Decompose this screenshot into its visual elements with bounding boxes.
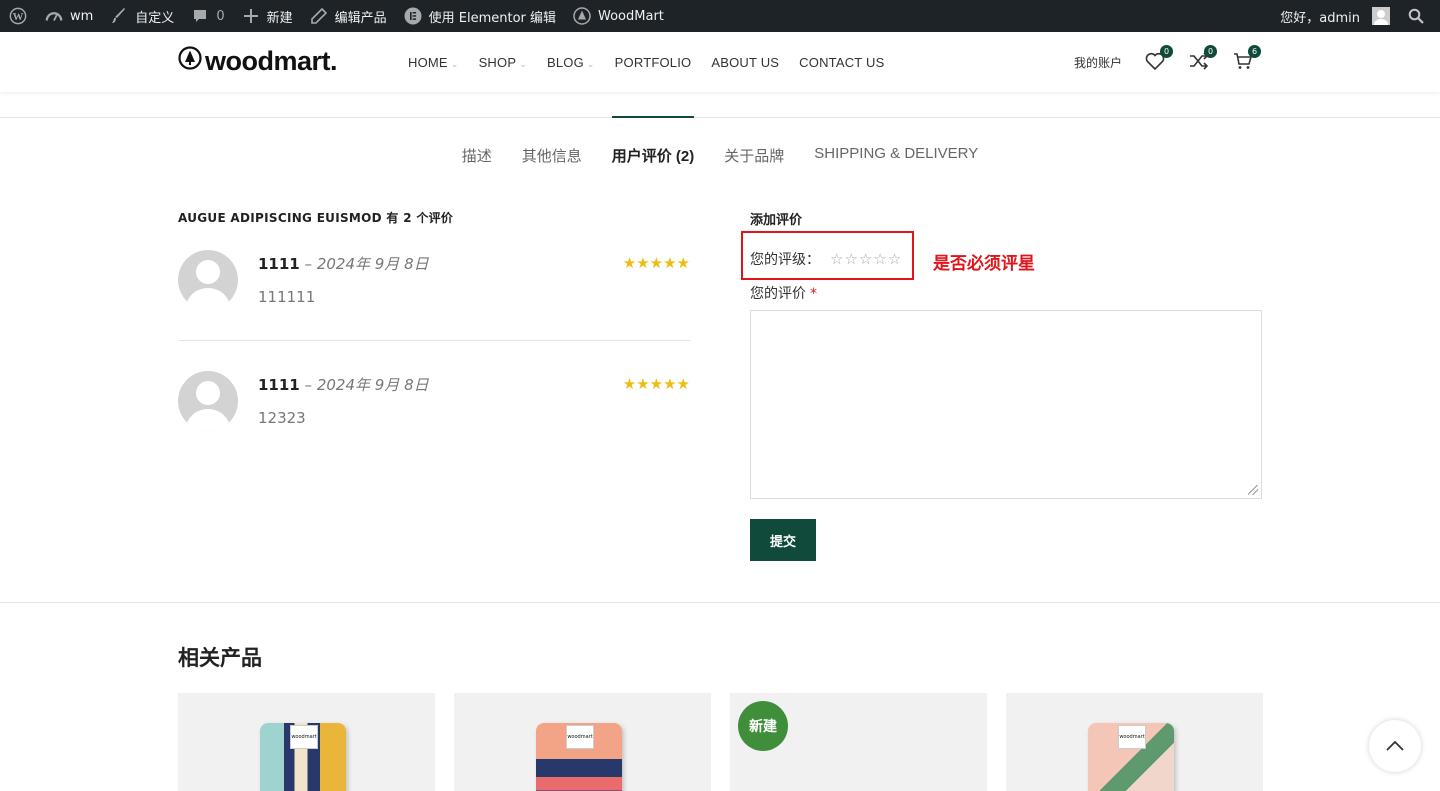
site-header: woodmart. HOME SHOP BLOG PORTFOLIO ABOUT…: [0, 32, 1440, 92]
review-item: 1111 – 2024年 9月 8日 111111 ★★★★★: [178, 250, 690, 340]
comment-icon: [190, 6, 210, 26]
edit-product-link[interactable]: 编辑产品: [301, 0, 395, 32]
reviewer-avatar: [178, 250, 238, 310]
new-label: 新建: [266, 10, 293, 26]
review-author: 1111: [258, 255, 300, 273]
wordpress-icon: W: [8, 6, 28, 26]
site-name-link[interactable]: wm: [36, 0, 101, 32]
tree-logo-icon: [178, 46, 202, 77]
tab-shipping-delivery[interactable]: SHIPPING & DELIVERY: [814, 117, 978, 166]
annotation-highlight-box: [741, 231, 914, 280]
compare-count-badge: 0: [1204, 45, 1218, 58]
new-badge: 新建: [738, 701, 788, 751]
admin-bar: W wm 自定义 0 新建 编辑产品 使用 Elementor 编辑 WoodM…: [0, 0, 1440, 32]
compare-button[interactable]: 0: [1188, 45, 1218, 73]
site-logo[interactable]: woodmart.: [178, 46, 338, 77]
search-icon: [1406, 6, 1426, 26]
admin-search-button[interactable]: [1398, 0, 1440, 32]
review-text: 12323: [258, 409, 306, 427]
scroll-to-top-button[interactable]: [1369, 720, 1421, 772]
review-text: 111111: [258, 288, 316, 306]
wishlist-button[interactable]: 0: [1144, 45, 1174, 73]
product-card[interactable]: woodmart: [454, 693, 711, 791]
product-image: woodmart: [260, 723, 346, 791]
customize-label: 自定义: [135, 10, 175, 26]
submit-review-button[interactable]: 提交: [750, 519, 816, 561]
cart-button[interactable]: 6: [1232, 45, 1262, 73]
my-account-link[interactable]: 我的账户: [1074, 54, 1122, 71]
brand-label: woodmart: [1118, 725, 1146, 749]
woodmart-icon: [572, 6, 592, 26]
account-greeting-link[interactable]: 您好，admin: [1272, 0, 1398, 32]
comments-count: 0: [216, 8, 225, 24]
review-date: 2024年 9月 8日: [316, 376, 429, 394]
nav-blog[interactable]: BLOG: [547, 55, 595, 70]
tab-reviews[interactable]: 用户评价 (2): [611, 116, 694, 166]
related-products-title: 相关产品: [178, 646, 262, 670]
dashboard-icon: [44, 6, 64, 26]
svg-text:W: W: [13, 11, 24, 23]
nav-contact-us[interactable]: CONTACT US: [799, 55, 884, 70]
review-meta: 1111 – 2024年 9月 8日: [258, 253, 429, 274]
product-card[interactable]: woodmart: [1006, 693, 1263, 791]
elementor-edit-link[interactable]: 使用 Elementor 编辑: [395, 0, 564, 32]
product-card[interactable]: woodmart: [178, 693, 435, 791]
elementor-label: 使用 Elementor 编辑: [428, 10, 557, 26]
nav-about-us[interactable]: ABOUT US: [711, 55, 779, 70]
elementor-icon: [403, 6, 423, 26]
review-rating-stars: ★★★★★: [622, 254, 690, 272]
cart-count-badge: 6: [1248, 45, 1262, 58]
required-mark: *: [810, 286, 817, 302]
woodmart-menu-link[interactable]: WoodMart: [564, 0, 672, 32]
review-divider: [178, 340, 690, 341]
woodmart-label: WoodMart: [598, 8, 664, 24]
review-dash: –: [304, 255, 317, 273]
review-author: 1111: [258, 376, 300, 394]
review-rating-stars: ★★★★★: [622, 375, 690, 393]
section-divider: [0, 602, 1440, 603]
tab-description[interactable]: 描述: [462, 117, 492, 166]
plus-icon: [241, 6, 261, 26]
product-tabs: 描述 其他信息 用户评价 (2) 关于品牌 SHIPPING & DELIVER…: [0, 116, 1440, 166]
site-name-label: wm: [70, 8, 94, 24]
header-actions: 我的账户 0 0 6: [1074, 32, 1262, 92]
tab-additional-info[interactable]: 其他信息: [522, 117, 582, 166]
reviewer-avatar: [178, 371, 238, 431]
add-review-title: 添加评价: [750, 213, 803, 228]
reviews-title: AUGUE ADIPISCING EUISMOD 有 2 个评价: [178, 211, 454, 225]
chevron-up-icon: [1386, 737, 1404, 756]
pencil-icon: [309, 6, 329, 26]
customize-link[interactable]: 自定义: [101, 0, 182, 32]
nav-portfolio[interactable]: PORTFOLIO: [615, 55, 692, 70]
brand-label: woodmart: [290, 725, 318, 749]
review-date: 2024年 9月 8日: [316, 255, 429, 273]
nav-home[interactable]: HOME: [408, 55, 459, 70]
product-image: woodmart: [536, 723, 622, 791]
greeting-label: 您好，admin: [1280, 10, 1360, 26]
brand-label: woodmart: [566, 725, 594, 749]
comments-link[interactable]: 0: [182, 0, 232, 32]
product-card[interactable]: 新建: [730, 693, 987, 791]
annotation-note: 是否必须评星: [933, 254, 1035, 274]
review-dash: –: [304, 376, 317, 394]
review-meta: 1111 – 2024年 9月 8日: [258, 374, 429, 395]
review-item: 1111 – 2024年 9月 8日 12323 ★★★★★: [178, 371, 690, 461]
product-image: woodmart: [1088, 723, 1174, 791]
wishlist-count-badge: 0: [1160, 45, 1174, 58]
nav-shop[interactable]: SHOP: [479, 55, 527, 70]
review-textarea[interactable]: [750, 310, 1262, 499]
wordpress-logo-button[interactable]: W: [0, 0, 36, 32]
logo-text: woodmart.: [205, 46, 338, 76]
admin-avatar: [1372, 7, 1390, 25]
new-content-link[interactable]: 新建: [233, 0, 301, 32]
review-label-text: 您的评价: [750, 286, 806, 302]
edit-product-label: 编辑产品: [334, 10, 387, 26]
main-nav: HOME SHOP BLOG PORTFOLIO ABOUT US CONTAC…: [408, 32, 884, 92]
review-field-label: 您的评价 *: [750, 283, 817, 303]
brush-icon: [109, 6, 129, 26]
tab-brand[interactable]: 关于品牌: [724, 117, 784, 166]
